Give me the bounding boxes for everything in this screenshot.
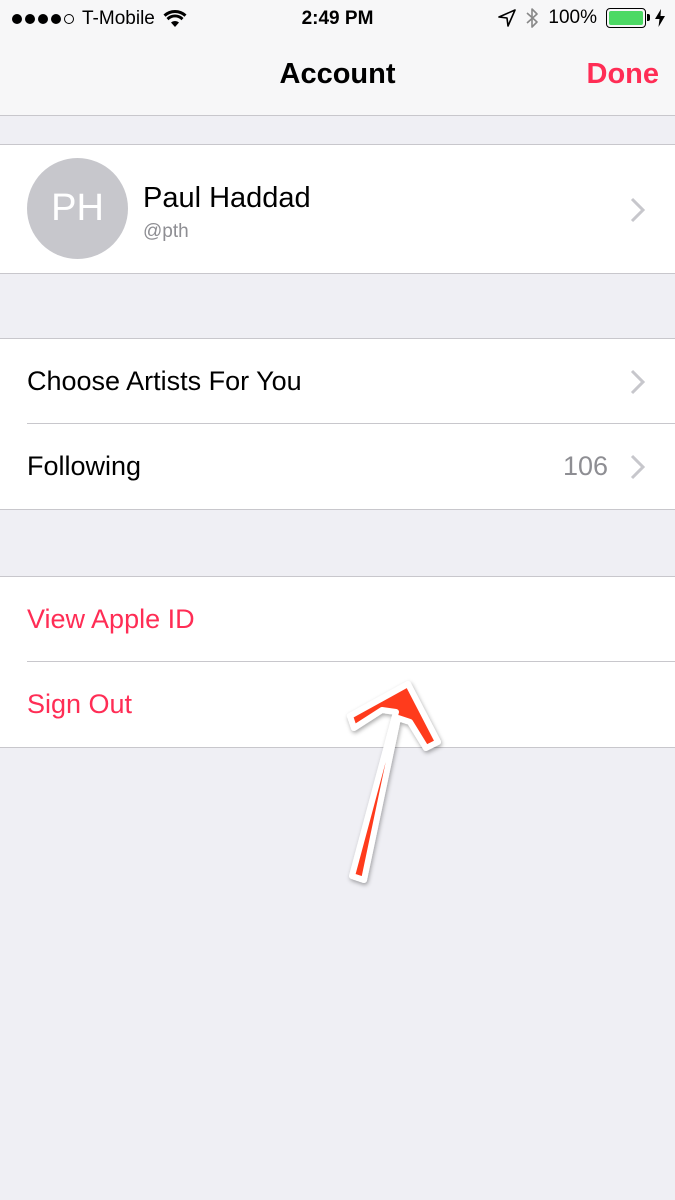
page-title: Account: [279, 58, 396, 90]
profile-row[interactable]: PH Paul Haddad @pth: [0, 145, 675, 273]
following-count: 106: [562, 451, 608, 481]
battery-icon: [606, 8, 650, 28]
avatar: PH: [27, 158, 128, 259]
location-icon: [498, 9, 517, 27]
status-bar: T-Mobile 2:49 PM 100%: [0, 0, 675, 38]
account-screen: T-Mobile 2:49 PM 100% Account Done PH Pa…: [0, 0, 675, 1200]
chevron-right-icon: [630, 369, 646, 395]
view-apple-id-button[interactable]: View Apple ID: [27, 604, 195, 635]
chevron-right-icon: [630, 197, 646, 223]
charging-bolt-icon: [655, 9, 665, 27]
bluetooth-icon: [526, 8, 539, 28]
profile-name: Paul Haddad: [143, 182, 311, 214]
done-button[interactable]: Done: [587, 58, 660, 91]
chevron-right-icon: [630, 454, 646, 480]
music-section: Choose Artists For You Following 106: [0, 338, 675, 510]
profile-section: PH Paul Haddad @pth: [0, 144, 675, 274]
view-apple-id-row[interactable]: View Apple ID: [0, 577, 675, 662]
choose-artists-label: Choose Artists For You: [27, 366, 302, 396]
profile-handle: @pth: [143, 221, 189, 242]
battery-percent: 100%: [548, 7, 597, 28]
navigation-bar: T-Mobile 2:49 PM 100% Account Done: [0, 0, 675, 116]
following-label: Following: [27, 451, 142, 481]
annotation-arrow-icon: [347, 681, 441, 883]
following-row[interactable]: Following 106: [0, 424, 675, 509]
sign-out-button[interactable]: Sign Out: [27, 689, 132, 720]
choose-artists-row[interactable]: Choose Artists For You: [0, 339, 675, 424]
